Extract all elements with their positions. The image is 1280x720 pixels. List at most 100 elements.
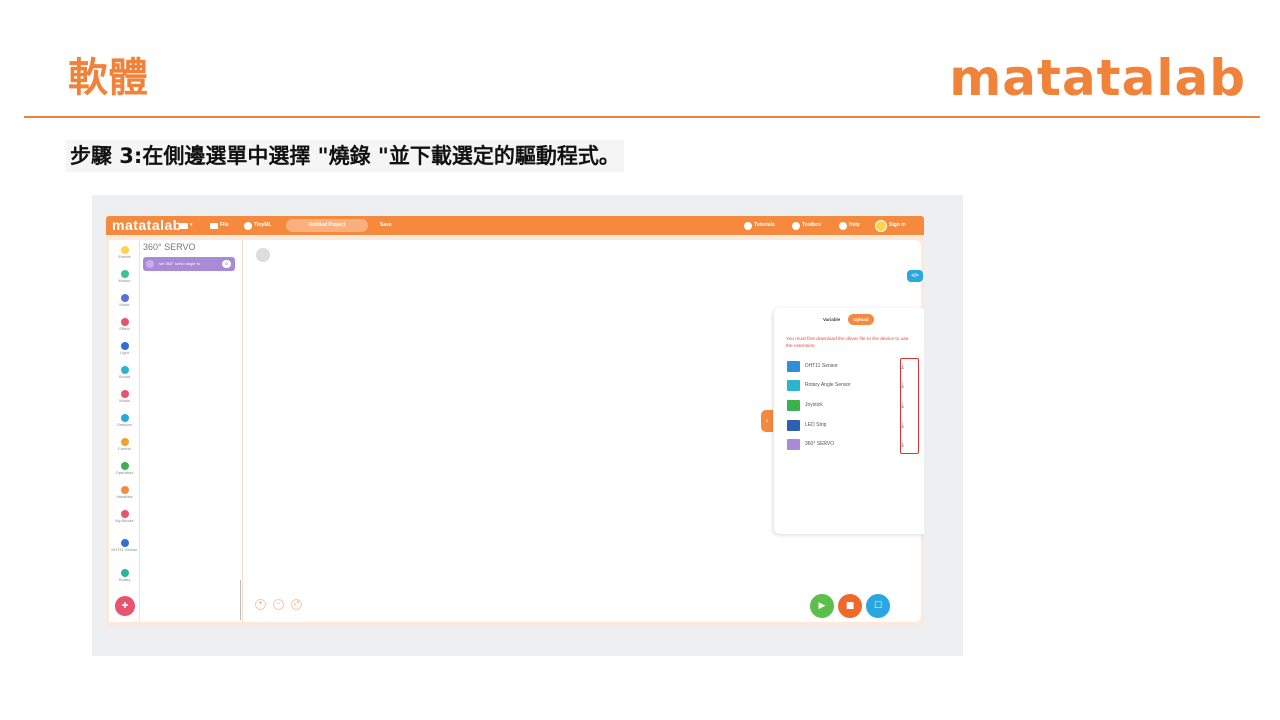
- play-icon: ▶: [818, 601, 826, 611]
- brand-logo: matatalab: [949, 49, 1246, 107]
- category-operators[interactable]: Operators: [109, 462, 140, 476]
- zoom-out-button[interactable]: −: [273, 599, 284, 610]
- code-icon: </>: [911, 273, 919, 279]
- chevron-right-icon: ›: [765, 417, 769, 425]
- toolbox-label: Toolbox: [802, 222, 822, 228]
- stop-button[interactable]: ■: [838, 594, 862, 618]
- category-variables[interactable]: Variables: [109, 486, 140, 500]
- category-sound-icon: [120, 366, 129, 374]
- file-menu[interactable]: File: [210, 216, 229, 235]
- category-label: Operators: [115, 470, 134, 475]
- top-menu-bar: matatalab ▾ File TinyML Untitled Project…: [106, 216, 924, 235]
- avatar: [875, 219, 887, 232]
- sign-in-button[interactable]: Sign in: [875, 216, 906, 235]
- category-sound[interactable]: Sound: [109, 366, 140, 380]
- category-motor-icon: [120, 294, 129, 302]
- category-label: Control: [118, 446, 131, 451]
- help-icon: [839, 221, 847, 230]
- run-button[interactable]: ▶: [810, 594, 834, 618]
- category-operators-icon: [120, 462, 129, 470]
- panel-tabs: Variable Upload: [818, 314, 874, 325]
- tab-upload[interactable]: Upload: [848, 314, 874, 325]
- language-button[interactable]: ▾: [180, 216, 193, 235]
- code-view-button[interactable]: </>: [907, 270, 923, 282]
- category-rotary[interactable]: Rotary: [109, 569, 140, 583]
- category-rotary-icon: [120, 569, 129, 577]
- category-motor[interactable]: Motor: [109, 294, 140, 308]
- category-sensors-icon: [120, 414, 129, 422]
- block-palette: 360° SERVO set 360° servo angle to 0: [140, 240, 243, 622]
- tinyml-icon: [244, 221, 252, 230]
- category-control-icon: [120, 438, 129, 446]
- driver-name: LED Strip: [805, 422, 827, 428]
- driver-thumbnail: [787, 439, 800, 450]
- canvas-ghost-icon: [256, 248, 270, 262]
- category-label: Sound: [118, 374, 131, 379]
- minus-icon: −: [276, 601, 281, 607]
- zoom-reset-button[interactable]: ⤢: [291, 599, 302, 610]
- slide-title: 軟體: [68, 55, 148, 101]
- category-sidebar: Events Motion Motor Effect Light Sound M…: [109, 240, 140, 622]
- category-dht11-sensor[interactable]: DHT11 Sensor: [109, 539, 140, 553]
- toolbox-icon: [792, 221, 800, 230]
- driver-name: DHT11 Sensor: [805, 363, 838, 369]
- step-instruction: 步驟 3:在側邊選單中選擇 "燒錄 "並下載選定的驅動程式。: [66, 140, 624, 172]
- driver-name: Joystick: [805, 402, 823, 408]
- save-button[interactable]: Save: [380, 216, 392, 235]
- category-label: Variables: [116, 494, 133, 499]
- category-light[interactable]: Light: [109, 342, 140, 356]
- extension-button[interactable]: ✚: [115, 596, 135, 616]
- screenshot-frame: matatalab ▾ File TinyML Untitled Project…: [92, 195, 963, 656]
- category-events-icon: [120, 246, 129, 254]
- driver-name: 360° SERVO: [805, 441, 835, 447]
- panel-collapse-button[interactable]: ›: [761, 410, 773, 432]
- category-music-icon: [120, 390, 129, 398]
- stop-icon: ■: [845, 601, 855, 611]
- category-label: My Blocks: [115, 518, 134, 523]
- block-value-input[interactable]: 0: [222, 260, 231, 268]
- category-label: Sensors: [117, 422, 132, 427]
- category-variables-icon: [120, 486, 129, 494]
- tutorials-button[interactable]: Tutorials: [744, 216, 775, 235]
- palette-scrollbar[interactable]: [240, 580, 241, 620]
- category-motion[interactable]: Motion: [109, 270, 140, 284]
- app-window: matatalab ▾ File TinyML Untitled Project…: [106, 216, 924, 626]
- driver-thumbnail: [787, 400, 800, 411]
- category-my-blocks[interactable]: My Blocks: [109, 510, 140, 524]
- download-highlight-box: [900, 358, 919, 454]
- tutorials-icon: [744, 221, 752, 230]
- help-label: Help: [849, 222, 860, 228]
- project-name-field[interactable]: Untitled Project: [286, 219, 368, 232]
- category-events[interactable]: Events: [109, 246, 140, 260]
- zoom-in-button[interactable]: +: [255, 599, 266, 610]
- category-label: Light: [120, 350, 129, 355]
- category-sensors[interactable]: Sensors: [109, 414, 140, 428]
- language-icon: [180, 222, 188, 229]
- file-menu-label: File: [220, 222, 229, 228]
- servo-angle-block[interactable]: set 360° servo angle to 0: [143, 257, 235, 271]
- driver-thumbnail: [787, 361, 800, 372]
- category-label: Effect: [119, 326, 130, 331]
- palette-section-title: 360° SERVO: [143, 242, 196, 252]
- tinyml-menu[interactable]: TinyML: [244, 216, 271, 235]
- device-button[interactable]: ☐: [866, 594, 890, 618]
- category-music[interactable]: Music: [109, 390, 140, 404]
- extension-icon: ✚: [121, 601, 129, 610]
- fit-icon: ⤢: [294, 601, 299, 607]
- category-control[interactable]: Control: [109, 438, 140, 452]
- category-label: Rotary: [118, 577, 131, 582]
- driver-name: Rotary Angle Sensor: [805, 382, 851, 388]
- plus-icon: +: [258, 601, 263, 607]
- toolbox-button[interactable]: Toolbox: [792, 216, 821, 235]
- tab-variable[interactable]: Variable: [818, 314, 845, 325]
- servo-block-icon: [146, 260, 154, 268]
- folder-icon: [210, 222, 218, 229]
- sign-in-label: Sign in: [889, 222, 906, 228]
- workspace: Events Motion Motor Effect Light Sound M…: [109, 240, 924, 622]
- category-motion-icon: [120, 270, 129, 278]
- header-divider: [24, 116, 1260, 118]
- category-my-blocks-icon: [120, 510, 129, 518]
- category-label: Music: [119, 398, 130, 403]
- help-button[interactable]: Help: [839, 216, 860, 235]
- category-effect[interactable]: Effect: [109, 318, 140, 332]
